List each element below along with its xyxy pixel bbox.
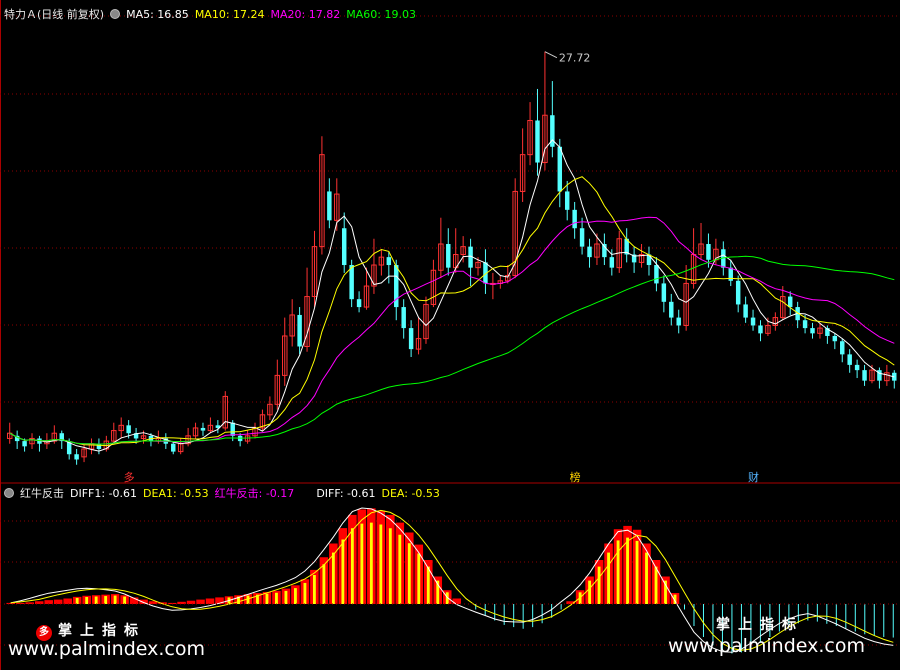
candle-body-down xyxy=(327,191,332,221)
marker-duo: 多 xyxy=(124,470,135,484)
candle-body-down xyxy=(676,317,681,326)
ma5-line xyxy=(9,139,895,452)
candle-body-down xyxy=(74,454,79,460)
indicator-settings-icon[interactable] xyxy=(4,488,14,498)
ma10-line xyxy=(9,176,895,447)
candle-body-down xyxy=(750,317,756,326)
candle-body-down xyxy=(854,364,860,371)
candle-body-down xyxy=(847,354,852,365)
high-pointer xyxy=(544,51,558,59)
candle-body-down xyxy=(758,325,763,334)
candle-body-down xyxy=(743,304,748,318)
stock-title: 特力Ａ(日线 前复权) xyxy=(4,8,105,21)
dea-label: DEA: -0.53 xyxy=(381,486,440,500)
candle-body-down xyxy=(230,422,235,436)
candle-body-down xyxy=(669,301,674,318)
candle-body-down xyxy=(557,146,563,192)
indicator-bar-red xyxy=(196,599,205,604)
watermark-left-url: www.palmindex.com xyxy=(8,638,206,660)
marker-cai: 财 xyxy=(748,470,759,484)
ma60-label: MA60: 19.03 xyxy=(346,7,416,21)
candle-body-down xyxy=(572,209,577,229)
indicator-bar-red xyxy=(63,598,72,604)
candle-body-down xyxy=(609,257,615,268)
candle-body-down xyxy=(654,265,659,284)
candle-body-down xyxy=(587,246,592,258)
hongniu-label: 红牛反击: -0.17 xyxy=(214,487,295,500)
candle-body-down xyxy=(126,425,131,434)
candle-body-down xyxy=(564,191,570,210)
candle-body-down xyxy=(840,341,845,355)
dea1-label: DEA1: -0.53 xyxy=(143,486,209,500)
candle-body-down xyxy=(349,265,354,300)
candle-body-down xyxy=(832,335,838,342)
indicator-bar-red xyxy=(205,598,215,604)
settings-icon[interactable] xyxy=(110,9,121,19)
indicator-bar-red xyxy=(53,599,63,604)
candle-body-down xyxy=(579,228,585,247)
candle-body-down xyxy=(661,283,667,302)
candle-body-down xyxy=(401,307,406,329)
candle-body-down xyxy=(356,299,362,308)
candle-body-down xyxy=(735,280,741,305)
ma10-label: MA10: 17.24 xyxy=(194,7,265,21)
watermark-right-cn: 掌上指标 xyxy=(716,617,804,633)
indicator-bar-red xyxy=(44,600,53,604)
watermark-right-url: www.palmindex.com xyxy=(668,635,866,657)
stock-chart: 27.72 多 榜 财 xyxy=(0,0,900,670)
candle-body-down xyxy=(787,296,793,308)
candle-body-down xyxy=(706,244,711,260)
candle-body-down xyxy=(810,328,815,334)
candle-body-down xyxy=(171,443,176,452)
candle-body-down xyxy=(297,314,302,347)
candle-body-down xyxy=(802,320,808,329)
candle-body-down xyxy=(341,228,347,266)
ma20-label: MA20: 17.82 xyxy=(270,7,341,21)
candle-body-down xyxy=(200,427,206,431)
indicator-legend: 红牛反击 DIFF1: -0.61 DEA1: -0.53 红牛反击: -0.1… xyxy=(4,485,440,501)
indicator-bar-red xyxy=(452,598,462,604)
candle-body-down xyxy=(535,120,540,163)
candle-body-down xyxy=(408,328,414,350)
candle-body-down xyxy=(446,244,451,268)
candle-body-down xyxy=(862,370,867,381)
ma5-label: MA5: 16.85 xyxy=(126,7,189,21)
candle-body-down xyxy=(386,257,392,266)
marker-bang: 榜 xyxy=(570,470,581,484)
indicator-name: 红牛反击 xyxy=(20,487,64,500)
high-label: 27.72 xyxy=(559,52,591,65)
price-legend: 特力Ａ(日线 前复权) MA5: 16.85 MA10: 17.24 MA20:… xyxy=(4,6,416,22)
diff1-label: DIFF1: -0.61 xyxy=(70,486,138,500)
diff-label: DIFF: -0.61 xyxy=(316,486,376,500)
candle-body-down xyxy=(22,441,27,447)
